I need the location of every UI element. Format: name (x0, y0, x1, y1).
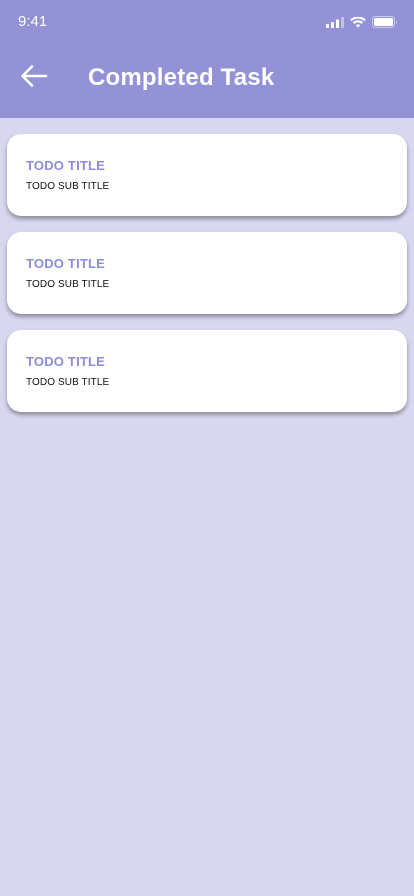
task-title: TODO TITLE (26, 354, 106, 369)
wifi-icon (350, 15, 366, 33)
task-card[interactable]: TODO TITLE TODO SUB TITLE (7, 232, 407, 314)
status-bar: 9:41 (0, 0, 414, 44)
back-button[interactable] (14, 60, 54, 96)
status-time: 9:41 (18, 13, 48, 30)
battery-icon (372, 15, 398, 33)
arrow-left-icon (20, 64, 48, 93)
app-header: 9:41 Completed Task (0, 0, 414, 118)
task-title: TODO TITLE (26, 256, 106, 271)
cellular-signal-icon (326, 15, 344, 33)
task-subtitle: TODO SUB TITLE (26, 279, 110, 290)
page-title: Completed Task (88, 64, 275, 91)
task-card[interactable]: TODO TITLE TODO SUB TITLE (7, 330, 407, 412)
task-subtitle: TODO SUB TITLE (26, 181, 110, 192)
completed-task-list: TODO TITLE TODO SUB TITLE TODO TITLE TOD… (7, 134, 407, 428)
status-icons (326, 15, 398, 33)
app-bar: Completed Task (0, 50, 414, 106)
task-title: TODO TITLE (26, 158, 106, 173)
task-card[interactable]: TODO TITLE TODO SUB TITLE (7, 134, 407, 216)
task-subtitle: TODO SUB TITLE (26, 377, 110, 388)
